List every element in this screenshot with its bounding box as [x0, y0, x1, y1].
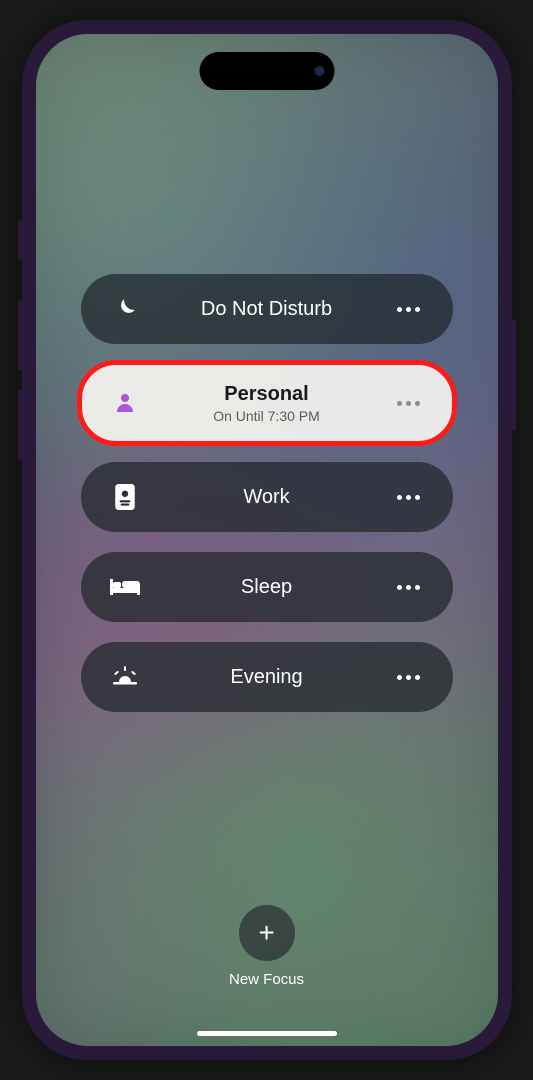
side-button-volume-down	[18, 390, 22, 460]
focus-label: Evening	[230, 666, 302, 689]
focus-mode-panel: Do Not Disturb Pe	[36, 34, 498, 1046]
person-icon	[105, 391, 145, 415]
new-focus-label: New Focus	[229, 971, 304, 988]
new-focus-button[interactable]: +	[239, 905, 295, 961]
focus-item-dnd[interactable]: Do Not Disturb	[81, 274, 453, 344]
ellipsis-icon	[397, 495, 420, 500]
ellipsis-icon	[397, 585, 420, 590]
focus-item-personal[interactable]: Personal On Until 7:30 PM	[81, 364, 453, 442]
focus-label: Personal	[224, 383, 308, 406]
new-focus-section: + New Focus	[81, 905, 453, 988]
phone-device-frame: Do Not Disturb Pe	[22, 20, 512, 1060]
focus-label-wrap: Evening	[145, 666, 389, 689]
focus-item-evening[interactable]: Evening	[81, 642, 453, 712]
phone-screen: Do Not Disturb Pe	[36, 34, 498, 1046]
focus-subtitle: On Until 7:30 PM	[213, 408, 320, 424]
more-button[interactable]	[389, 307, 429, 312]
side-button-switch	[18, 220, 22, 260]
moon-icon	[105, 296, 145, 322]
ellipsis-icon	[397, 401, 420, 406]
ellipsis-icon	[397, 675, 420, 680]
side-button-power	[512, 320, 516, 430]
focus-label-wrap: Do Not Disturb	[145, 298, 389, 321]
more-button[interactable]	[389, 495, 429, 500]
more-button[interactable]	[389, 401, 429, 406]
more-button[interactable]	[389, 585, 429, 590]
plus-icon: +	[258, 917, 274, 949]
badge-icon	[105, 484, 145, 510]
focus-modes-list: Do Not Disturb Pe	[81, 274, 453, 712]
focus-item-work[interactable]: Work	[81, 462, 453, 532]
focus-label: Sleep	[241, 576, 292, 599]
dynamic-island	[199, 52, 334, 90]
bed-icon	[105, 576, 145, 598]
focus-label-wrap: Personal On Until 7:30 PM	[145, 383, 389, 424]
focus-label: Work	[243, 486, 289, 509]
focus-label: Do Not Disturb	[201, 298, 332, 321]
focus-item-sleep[interactable]: Sleep	[81, 552, 453, 622]
more-button[interactable]	[389, 675, 429, 680]
focus-label-wrap: Sleep	[145, 576, 389, 599]
sunset-icon	[105, 666, 145, 688]
side-button-volume-up	[18, 300, 22, 370]
ellipsis-icon	[397, 307, 420, 312]
home-indicator[interactable]	[197, 1031, 337, 1036]
focus-label-wrap: Work	[145, 486, 389, 509]
